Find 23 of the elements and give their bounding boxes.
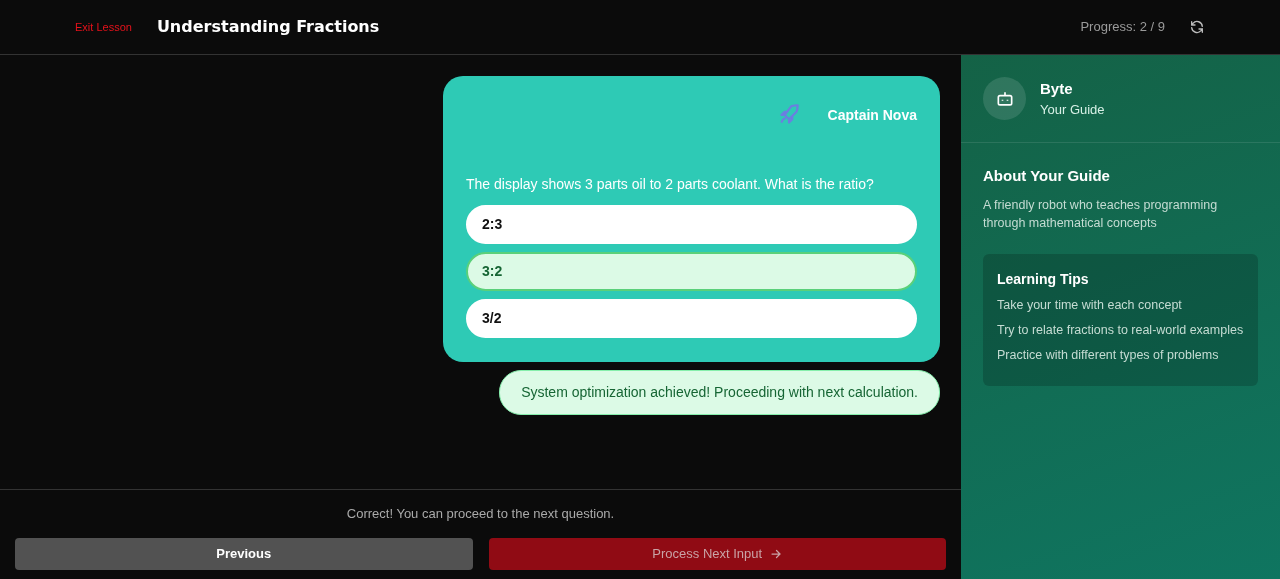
answer-option[interactable]: 3/2 bbox=[466, 299, 917, 338]
answer-option[interactable]: 2:3 bbox=[466, 205, 917, 244]
character-name: Captain Nova bbox=[827, 105, 917, 125]
answer-option[interactable]: 3:2 bbox=[466, 252, 917, 291]
tip-text: Practice with different types of problems bbox=[997, 346, 1220, 364]
next-button[interactable]: Process Next Input bbox=[488, 537, 946, 570]
previous-button[interactable]: Previous bbox=[15, 537, 473, 570]
lesson-title: Understanding Fractions bbox=[156, 16, 380, 38]
progress-text: Progress: 2 / 9 bbox=[1080, 18, 1165, 37]
refresh-icon bbox=[1189, 19, 1205, 35]
arrow-right-icon bbox=[770, 547, 783, 560]
status-message: Correct! You can proceed to the next question. bbox=[345, 505, 616, 523]
guide-role: Your Guide bbox=[1040, 101, 1105, 119]
guide-description: A friendly robot who teaches programming through mathematical concepts bbox=[983, 196, 1219, 232]
question-text: The display shows 3 parts oil to 2 parts coolant. What is the ratio? bbox=[466, 175, 875, 194]
tip-text: Try to relate fractions to real-world examples bbox=[997, 321, 1244, 339]
refresh-button[interactable] bbox=[1189, 19, 1205, 35]
tip-text: Take your time with each concept bbox=[997, 296, 1183, 314]
feedback-bubble: System optimization achieved! Proceeding with next calculation. bbox=[499, 370, 940, 415]
section-heading: About Your Guide bbox=[983, 166, 1111, 186]
tips-heading: Learning Tips bbox=[997, 269, 1090, 289]
guide-name: Byte bbox=[1040, 78, 1074, 99]
exit-link[interactable]: Exit Lesson bbox=[75, 18, 132, 36]
